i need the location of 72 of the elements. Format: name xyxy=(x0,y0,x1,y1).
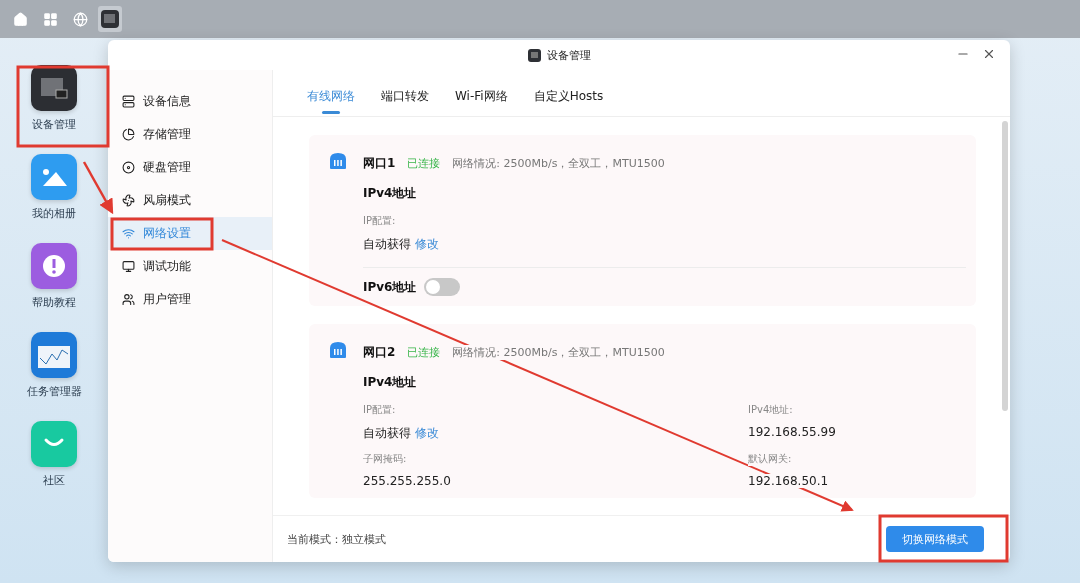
sidebar-item-label: 用户管理 xyxy=(143,291,191,308)
window-title: 设备管理 xyxy=(546,47,591,63)
sidebar-item[interactable]: 存储管理 xyxy=(108,118,272,151)
help-app-icon[interactable] xyxy=(31,243,77,289)
desktop-icon-label[interactable]: 任务管理器 xyxy=(26,384,82,399)
server-icon xyxy=(122,95,135,108)
sidebar-item[interactable]: 硬盘管理 xyxy=(108,151,272,184)
sidebar-item-label: 硬盘管理 xyxy=(143,159,191,176)
sidebar-item-label: 网络设置 xyxy=(143,225,191,242)
mode-text: 当前模式：独立模式 xyxy=(287,531,386,547)
tab[interactable]: 自定义Hosts xyxy=(533,88,604,105)
chat-app-icon[interactable] xyxy=(31,421,77,467)
disk-icon xyxy=(122,161,135,174)
sidebar-item-label: 风扇模式 xyxy=(143,192,191,209)
fan-icon xyxy=(122,194,135,207)
photo-app-icon[interactable] xyxy=(31,154,77,200)
wifi-icon xyxy=(122,227,135,240)
switch-mode-button[interactable]: 切换网络模式 xyxy=(886,526,984,552)
ethernet-icon xyxy=(327,151,349,171)
annotation-arrow xyxy=(82,161,114,215)
field-label: 默认网关: xyxy=(748,452,792,466)
users-icon xyxy=(122,293,135,306)
taskbar-button[interactable] xyxy=(98,6,122,32)
tab[interactable]: Wi-Fi网络 xyxy=(455,88,508,105)
scrollbar-thumb[interactable] xyxy=(1002,121,1008,411)
field-value: 255.255.255.0 xyxy=(363,474,451,488)
edit-link[interactable]: 修改 xyxy=(415,425,439,442)
section-title: IPv4地址 xyxy=(363,185,418,202)
grid-icon xyxy=(42,11,58,27)
sidebar-item[interactable]: 调试功能 xyxy=(108,250,272,283)
field-value: 自动获得 xyxy=(363,236,411,253)
field-value: 192.168.55.99 xyxy=(748,425,836,439)
device-app-icon xyxy=(527,48,541,62)
desktop-icon-label[interactable]: 设备管理 xyxy=(32,117,76,132)
sidebar-item[interactable]: 设备信息 xyxy=(108,85,272,118)
desktop-icon-label[interactable]: 社区 xyxy=(43,473,65,488)
home-icon xyxy=(12,11,28,27)
section-title: IPv4地址 xyxy=(363,374,418,391)
toggle-switch[interactable] xyxy=(424,278,461,296)
monitor-icon xyxy=(122,260,135,273)
status-text: 已连接 xyxy=(407,155,441,171)
sidebar-item[interactable]: 风扇模式 xyxy=(108,184,272,217)
field-label: IP配置: xyxy=(363,214,396,228)
field-value: 自动获得 xyxy=(363,425,411,442)
field-label: 子网掩码: xyxy=(363,452,407,466)
field-label: IP配置: xyxy=(363,403,396,417)
ethernet-icon xyxy=(327,340,349,360)
sidebar-item-label: 调试功能 xyxy=(143,258,191,275)
field-value: 192.168.50.1 xyxy=(748,474,829,488)
section-title: IPv6地址 xyxy=(363,278,417,296)
sidebar-item[interactable]: 用户管理 xyxy=(108,283,272,316)
port-details: 网络情况: 2500Mb/s，全双工，MTU1500 xyxy=(452,155,665,171)
desktop-icon-label[interactable]: 我的相册 xyxy=(32,206,76,221)
tab[interactable]: 有线网络 xyxy=(307,88,355,105)
tab[interactable]: 端口转发 xyxy=(381,88,429,105)
sidebar-item-label: 设备信息 xyxy=(143,93,191,110)
desktop-icon-label[interactable]: 帮助教程 xyxy=(32,295,76,310)
close-button[interactable] xyxy=(982,47,996,61)
sidebar-item-label: 存储管理 xyxy=(143,126,191,143)
tab-underline xyxy=(322,111,340,114)
port-name: 网口1 xyxy=(363,154,396,172)
field-label: IPv4地址: xyxy=(748,403,793,417)
device-app-icon xyxy=(100,9,120,29)
edit-link[interactable]: 修改 xyxy=(415,236,439,253)
chart-app-icon[interactable] xyxy=(31,332,77,378)
globe-icon xyxy=(72,11,88,27)
close-icon xyxy=(982,47,996,61)
pie-chart-icon xyxy=(122,128,135,141)
port-name: 网口2 xyxy=(363,343,396,361)
status-text: 已连接 xyxy=(407,344,441,360)
port-details: 网络情况: 2500Mb/s，全双工，MTU1500 xyxy=(452,344,665,360)
device-app-icon[interactable] xyxy=(31,65,77,111)
